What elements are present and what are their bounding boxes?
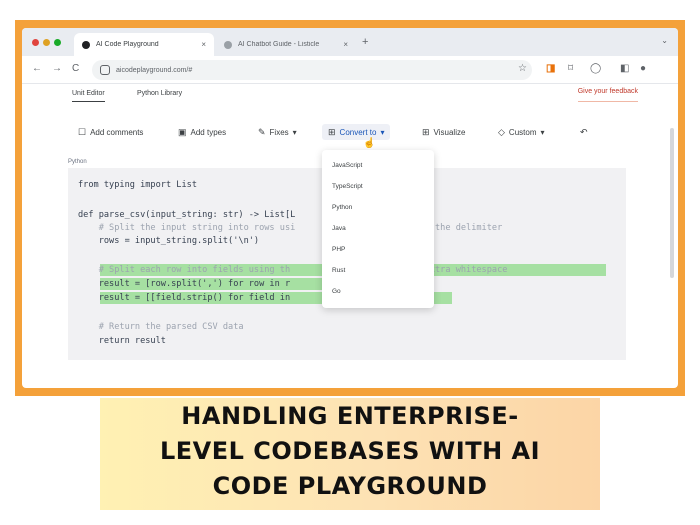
window-controls (32, 39, 61, 46)
tab-search-icon[interactable]: ⌄ (661, 36, 668, 45)
url-text[interactable]: aicodeplayground.com/# (116, 67, 192, 74)
banner-title-line: HANDLING ENTERPRISE- (181, 402, 519, 430)
new-tab-button[interactable]: + (362, 36, 368, 48)
browser-window: AI Code Playground × AI Chatbot Guide - … (22, 28, 678, 388)
tab-close-icon[interactable]: × (343, 40, 348, 49)
extension-icon[interactable]: ◨ (546, 63, 555, 74)
site-info-icon[interactable] (100, 65, 110, 75)
undo-button[interactable]: ↶ (580, 124, 588, 140)
title-banner: HANDLING ENTERPRISE- LEVEL CODEBASES WIT… (100, 398, 600, 510)
download-icon[interactable]: ◯ (590, 63, 601, 74)
fixes-button[interactable]: ✎ Fixes ▾ (258, 124, 297, 140)
sidebar-icon[interactable]: ◧ (620, 63, 629, 74)
tab-close-icon[interactable]: × (201, 40, 206, 49)
code-line: return result (78, 336, 166, 346)
menu-item-java[interactable]: Java (332, 225, 346, 232)
browser-tab[interactable]: AI Chatbot Guide - Listicle × (216, 33, 356, 56)
site-favicon-icon (224, 40, 232, 49)
fix-icon: ✎ (258, 126, 266, 137)
add-comments-button[interactable]: ☐ Add comments (78, 124, 143, 140)
action-label: Fixes (269, 127, 289, 137)
back-icon[interactable]: ← (32, 63, 42, 74)
convert-to-button[interactable]: ⊞ Convert to ▾ (322, 124, 391, 140)
action-label: Convert to (339, 127, 377, 137)
menu-item-rust[interactable]: Rust (332, 267, 345, 274)
custom-icon: ◇ (498, 126, 505, 137)
menu-item-python[interactable]: Python (332, 204, 352, 211)
code-line: def parse_csv(input_string: str) -> List… (78, 210, 296, 220)
action-label: Add types (190, 127, 227, 137)
custom-button[interactable]: ◇ Custom ▾ (498, 124, 545, 140)
tab-title: AI Chatbot Guide - Listicle (238, 41, 320, 48)
chevron-down-icon: ▾ (540, 127, 545, 137)
reload-icon[interactable]: C (72, 63, 79, 74)
code-line: from typing import List (78, 180, 197, 190)
minimize-window-button[interactable] (43, 39, 50, 46)
code-line: # Return the parsed CSV data (78, 322, 244, 332)
menu-item-typescript[interactable]: TypeScript (332, 183, 363, 190)
tab-title: AI Code Playground (96, 41, 159, 48)
code-line: # Split the input string into rows usi t… (78, 223, 503, 233)
tab-unit-editor[interactable]: Unit Editor (72, 90, 105, 102)
visualize-icon: ⊞ (422, 126, 430, 137)
close-window-button[interactable] (32, 39, 39, 46)
app-tabs: Unit Editor Python Library Give your fee… (22, 84, 678, 108)
code-line: result = [row.split(',') for row in r (78, 279, 291, 289)
profile-icon[interactable]: ● (640, 63, 646, 74)
feedback-link[interactable]: Give your feedback (577, 88, 638, 102)
action-bar: ☐ Add comments ▣ Add types ✎ Fixes ▾ ⊞ C… (22, 124, 678, 144)
chevron-down-icon: ▾ (292, 127, 297, 137)
menu-item-javascript[interactable]: JavaScript (332, 162, 362, 169)
add-types-button[interactable]: ▣ Add types (178, 124, 226, 140)
tab-python-library[interactable]: Python Library (137, 90, 182, 97)
action-label: Visualize (433, 127, 466, 137)
forward-icon[interactable]: → (52, 63, 62, 74)
bookmark-icon[interactable]: ⌑ (568, 63, 573, 74)
banner-title-line: CODE PLAYGROUND (212, 472, 488, 500)
comment-icon: ☐ (78, 126, 87, 137)
address-bar[interactable]: aicodeplayground.com/# (92, 60, 532, 80)
code-line: # Split each row into fields using th ov… (78, 265, 508, 275)
convert-to-menu: JavaScript TypeScript Python Java PHP Ru… (322, 150, 434, 308)
menu-item-go[interactable]: Go (332, 288, 341, 295)
browser-tab-active[interactable]: AI Code Playground × (74, 33, 214, 56)
action-label: Custom (508, 127, 537, 137)
convert-icon: ⊞ (328, 126, 336, 137)
action-label: Add comments (90, 127, 144, 137)
mouse-cursor-icon: ☝ (363, 138, 376, 149)
site-favicon-icon (82, 40, 90, 49)
undo-icon: ↶ (580, 126, 588, 137)
maximize-window-button[interactable] (54, 39, 61, 46)
language-label: Python (68, 159, 87, 165)
star-icon[interactable]: ☆ (518, 63, 527, 74)
browser-toolbar: ← → C aicodeplayground.com/# ☆ ◨ ⌑ ◯ ◧ ● (22, 56, 678, 84)
visualize-button[interactable]: ⊞ Visualize (422, 124, 465, 140)
banner-title-line: LEVEL CODEBASES WITH AI (159, 437, 541, 465)
scrollbar[interactable] (670, 128, 674, 278)
chevron-down-icon: ▾ (380, 127, 385, 137)
types-icon: ▣ (178, 126, 187, 137)
tab-strip: AI Code Playground × AI Chatbot Guide - … (22, 28, 678, 56)
menu-item-php[interactable]: PHP (332, 246, 345, 253)
code-line: rows = input_string.split('\n') (78, 236, 260, 246)
